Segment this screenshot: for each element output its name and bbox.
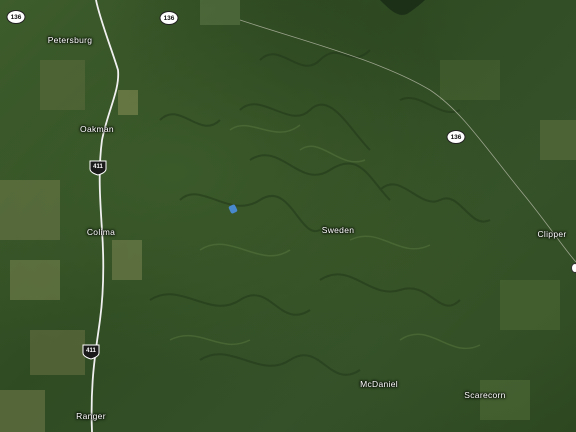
east-patches (440, 60, 576, 420)
place-label-mcdaniel[interactable]: McDaniel (360, 379, 398, 389)
route-136-shield-west[interactable]: 136 (6, 10, 26, 24)
place-label-clipper[interactable]: Clipper (537, 229, 566, 239)
us-411-shield-south-number: 411 (86, 348, 96, 354)
place-label-scarecorn[interactable]: Scarecorn (464, 390, 505, 400)
edge-marker[interactable] (571, 263, 576, 273)
route-136-shield-east[interactable]: 136 (446, 130, 466, 144)
us-411-shield-north-number: 411 (93, 164, 103, 170)
us-411-shield-north[interactable]: 411 (89, 160, 107, 176)
terrain-layer (0, 0, 576, 432)
route-136-shield-north[interactable]: 136 (159, 11, 179, 25)
place-label-colima[interactable]: Colima (87, 227, 115, 237)
place-label-sweden[interactable]: Sweden (322, 225, 355, 235)
road-136 (239, 19, 576, 263)
ridges-light (169, 124, 481, 350)
place-label-ranger[interactable]: Ranger (76, 411, 106, 421)
ridges (149, 49, 491, 376)
place-label-petersburg[interactable]: Petersburg (48, 35, 93, 45)
satellite-map[interactable]: 136 136 136 411 411 Petersburg Oakman Co… (0, 0, 576, 432)
us-411-shield-south[interactable]: 411 (82, 344, 100, 360)
farmland-patches (0, 0, 240, 432)
place-label-oakman[interactable]: Oakman (80, 124, 114, 134)
lake (380, 0, 425, 15)
highway-us411 (90, 0, 120, 432)
